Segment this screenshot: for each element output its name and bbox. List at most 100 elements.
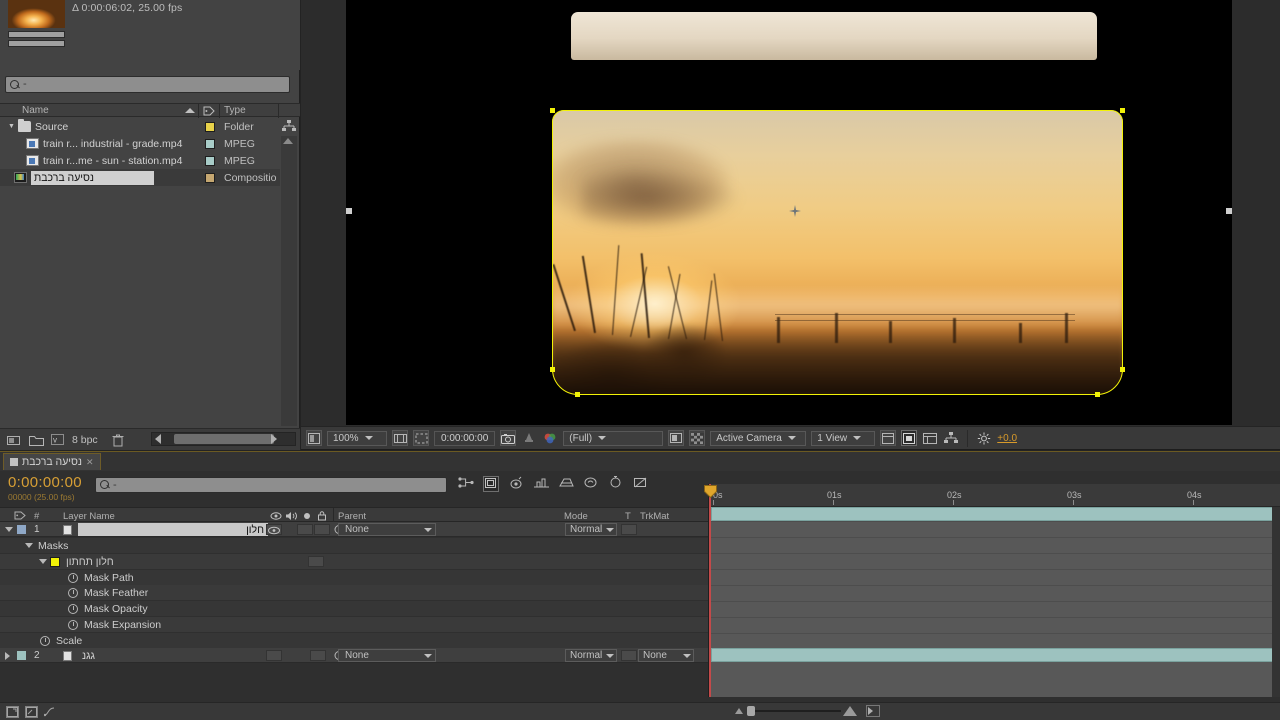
scroll-thumb[interactable]: [174, 434, 274, 444]
project-settings-icon[interactable]: v: [51, 434, 64, 445]
trash-icon[interactable]: [112, 434, 126, 446]
sort-ascending-icon[interactable]: [185, 108, 195, 113]
project-search-input[interactable]: ‑: [5, 76, 290, 93]
project-vertical-scrollbar[interactable]: [281, 136, 297, 426]
layer-duration-bar-1[interactable]: [711, 507, 1280, 521]
label-swatch[interactable]: [205, 155, 215, 166]
video-toggle-switch[interactable]: [266, 524, 282, 535]
stopwatch-icon[interactable]: [68, 573, 78, 583]
magnification-select[interactable]: 100%: [327, 430, 387, 446]
layer-parent-select[interactable]: None: [338, 523, 436, 536]
column-header-parent[interactable]: Parent: [338, 511, 366, 522]
video-toggle-switch[interactable]: [266, 650, 282, 661]
region-of-interest-icon[interactable]: [413, 430, 429, 446]
layer-label-color[interactable]: [17, 525, 26, 534]
disclosure-triangle-icon[interactable]: ▼: [8, 123, 18, 130]
timeline-property-row-mask-path[interactable]: Mask Path: [0, 570, 708, 585]
scroll-right-arrow-icon[interactable]: [271, 434, 277, 444]
new-composition-icon[interactable]: [7, 434, 21, 446]
hide-shy-layers-footer-icon[interactable]: [25, 705, 38, 718]
show-channel-icon[interactable]: [542, 430, 558, 446]
anchor-point-icon[interactable]: [789, 205, 801, 217]
auto-keyframe-icon[interactable]: [633, 476, 649, 492]
pixel-aspect-correction-icon[interactable]: [880, 430, 897, 446]
transparency-grid-icon[interactable]: [689, 430, 706, 446]
take-snapshot-camera-icon[interactable]: [500, 430, 517, 446]
timeline-property-row-mask-feather[interactable]: Mask Feather: [0, 585, 708, 600]
toggle-switches-modes-icon[interactable]: [6, 705, 19, 718]
graph-editor-icon[interactable]: [608, 476, 624, 492]
column-header-t[interactable]: T: [625, 511, 631, 522]
composition-mini-flowchart-icon[interactable]: [458, 476, 474, 492]
project-flowchart-icon[interactable]: [282, 120, 296, 132]
timeline-tab-composition[interactable]: נסיעה ברכבת ✕: [3, 453, 101, 470]
viewer-timecode[interactable]: 0:00:00:00: [434, 430, 496, 446]
composition-flowchart-icon[interactable]: [943, 430, 959, 446]
timeline-zoom-slider[interactable]: [735, 705, 857, 717]
frame-blending-icon[interactable]: [533, 476, 549, 492]
column-header-mode[interactable]: Mode: [564, 511, 588, 522]
project-item-row[interactable]: train r...me - sun - station.mp4 MPEG: [0, 152, 280, 169]
timeline-search-input[interactable]: ‑: [95, 477, 447, 493]
stopwatch-icon[interactable]: [68, 588, 78, 598]
view-layout-select[interactable]: 1 View: [811, 430, 876, 446]
stopwatch-icon[interactable]: [68, 620, 78, 630]
lock-toggle-switch[interactable]: [314, 524, 330, 535]
layer-parent-select[interactable]: None: [338, 649, 436, 662]
motion-blur-icon[interactable]: [558, 476, 574, 492]
track-matte-select[interactable]: None: [638, 649, 694, 662]
scroll-up-arrow-icon[interactable]: [283, 138, 293, 144]
column-header-name[interactable]: Name: [22, 105, 49, 116]
mask-lock-toggle[interactable]: [308, 556, 324, 567]
stopwatch-icon[interactable]: [68, 604, 78, 614]
mask-disclosure-triangle-icon[interactable]: [39, 559, 47, 564]
timeline-property-row-mask[interactable]: חלון תחתון: [0, 554, 708, 569]
project-item-row-selected[interactable]: נסיעה ברכבת Compositio: [0, 169, 280, 186]
comp-resize-handle-right[interactable]: [1226, 208, 1232, 214]
timeline-property-row-masks[interactable]: Masks: [0, 538, 708, 553]
column-header-type[interactable]: Type: [224, 105, 246, 116]
exposure-icon[interactable]: [976, 430, 992, 446]
layer-blend-mode-select[interactable]: Normal: [565, 649, 617, 662]
camera-select[interactable]: Active Camera: [710, 430, 807, 446]
resolution-select[interactable]: (Full): [563, 430, 664, 446]
masks-disclosure-triangle-icon[interactable]: [25, 543, 33, 548]
timeline-property-row-scale[interactable]: Scale: [0, 633, 708, 648]
project-horizontal-scrollbar[interactable]: [151, 432, 296, 446]
timeline-track-area[interactable]: [708, 507, 1280, 697]
layer-label-color[interactable]: [17, 651, 26, 660]
timeline-layer-row-2[interactable]: 2 גגנ None Normal None: [0, 648, 708, 663]
current-time-indicator[interactable]: [709, 484, 711, 697]
brainstorm-icon[interactable]: [583, 476, 599, 492]
always-preview-this-view-icon[interactable]: [306, 430, 322, 446]
fast-previews-icon[interactable]: [901, 430, 918, 446]
column-header-layer-name[interactable]: Layer Name: [63, 511, 115, 522]
hide-shy-layers-icon[interactable]: [508, 476, 524, 492]
timeline-current-timecode[interactable]: 0:00:00:00: [8, 474, 82, 491]
comp-resize-handle-left[interactable]: [346, 208, 352, 214]
current-time-indicator-head[interactable]: [704, 485, 717, 499]
lock-toggle-switch[interactable]: [310, 650, 326, 661]
zoom-in-icon[interactable]: [843, 706, 857, 716]
timeline-ruler[interactable]: 0s 01s 02s 03s 04s: [708, 484, 1280, 507]
label-swatch[interactable]: [205, 138, 215, 149]
scroll-left-arrow-icon[interactable]: [155, 434, 161, 444]
bit-depth-label[interactable]: 8 bpc: [72, 434, 98, 446]
timeline-property-row-mask-opacity[interactable]: Mask Opacity: [0, 601, 708, 616]
layer-name-label[interactable]: גגנ: [78, 649, 99, 662]
layer-name-field[interactable]: חלון: [78, 523, 268, 536]
choose-grid-and-guides-icon[interactable]: [392, 430, 408, 446]
label-swatch[interactable]: [205, 121, 215, 132]
mask-vertex[interactable]: [1120, 108, 1125, 113]
solo-toggle-switch[interactable]: [297, 524, 313, 535]
project-item-row[interactable]: ▼ Source Folder: [0, 118, 280, 135]
timeline-property-row-mask-expansion[interactable]: Mask Expansion: [0, 617, 708, 632]
layer-blend-mode-select[interactable]: Normal: [565, 523, 617, 536]
preserve-transparency-toggle[interactable]: [621, 524, 637, 535]
composition-canvas[interactable]: [346, 0, 1232, 425]
zoom-slider-track[interactable]: [749, 710, 841, 712]
timeline-vertical-scrollbar[interactable]: [1272, 507, 1280, 697]
timeline-layer-row-1[interactable]: 1 חלון None Normal: [0, 522, 708, 537]
timeline-graph-toggle-icon[interactable]: [866, 705, 880, 717]
draft-3d-icon[interactable]: [483, 476, 499, 492]
